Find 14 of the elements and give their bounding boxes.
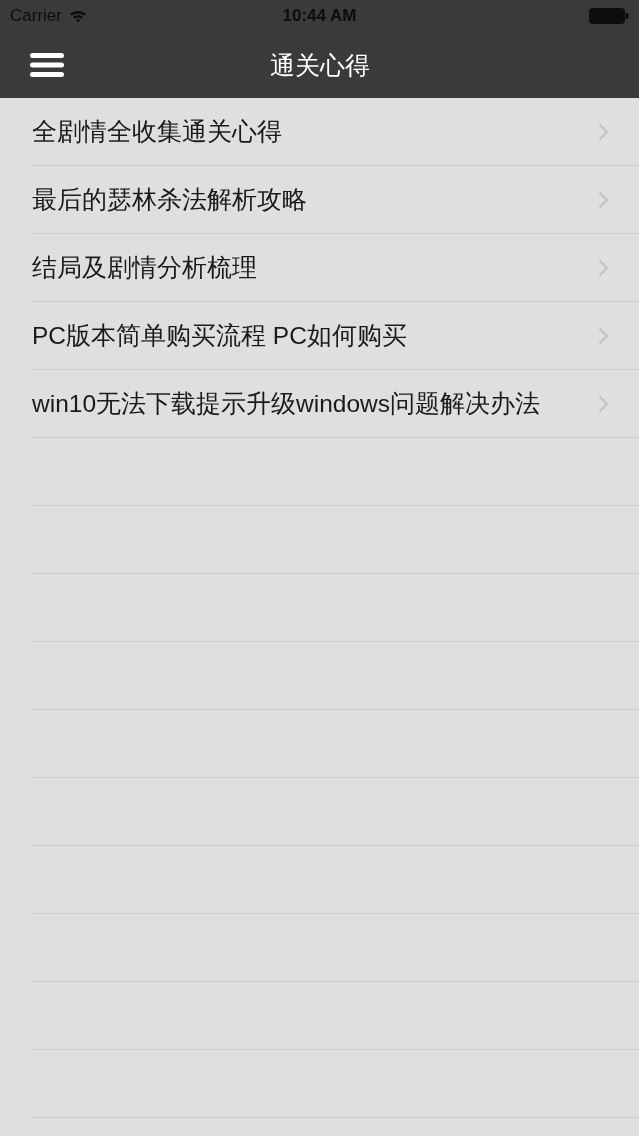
menu-icon[interactable] bbox=[30, 53, 64, 77]
chevron-right-icon bbox=[598, 326, 609, 345]
chevron-right-icon bbox=[598, 122, 609, 141]
list-item[interactable]: PC版本简单购买流程 PC如何购买 bbox=[0, 302, 639, 369]
chevron-right-icon bbox=[598, 394, 609, 413]
list-item[interactable]: 最后的瑟林杀法解析攻略 bbox=[0, 166, 639, 233]
wifi-icon bbox=[68, 9, 87, 23]
list-item[interactable]: win10无法下载提示升级windows问题解决办法 bbox=[0, 370, 639, 437]
chevron-right-icon bbox=[598, 258, 609, 277]
list-item[interactable]: 结局及剧情分析梳理 bbox=[0, 234, 639, 301]
screen-title: 通关心得 bbox=[269, 49, 370, 81]
chevron-right-icon bbox=[598, 190, 609, 209]
battery-icon bbox=[589, 8, 629, 24]
list-item[interactable]: 全剧情全收集通关心得 bbox=[0, 98, 639, 165]
